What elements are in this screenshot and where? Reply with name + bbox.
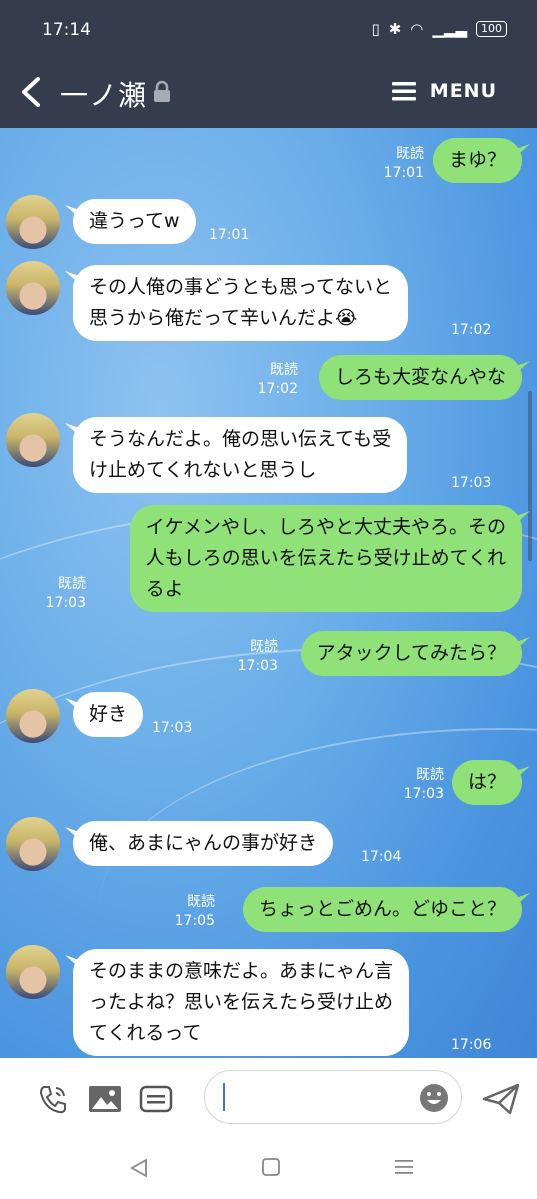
- message-bubble-incoming[interactable]: そうなんだよ。俺の思い伝えても受 け止めてくれないと思うし: [73, 417, 408, 493]
- message-time: 17:03: [451, 475, 492, 491]
- message-bubble-incoming[interactable]: 俺、あまにゃんの事が好き: [73, 821, 334, 866]
- vibrate-icon: ▯: [371, 20, 380, 38]
- read-receipt: 既読: [270, 362, 298, 378]
- message-bubble-incoming[interactable]: そのままの意味だよ。あまにゃん言 ったよね？思いを伝えたら受け止め てくれるって: [73, 949, 410, 1056]
- status-time: 17:14: [42, 20, 91, 40]
- emoji-icon[interactable]: [419, 1083, 449, 1113]
- chat-title: 一ノ瀬: [60, 79, 148, 112]
- scrollbar[interactable]: [528, 391, 532, 561]
- lock-icon: [154, 80, 170, 102]
- hamburger-icon: [391, 82, 416, 101]
- message-bubble-incoming[interactable]: 好き: [73, 692, 144, 737]
- image-icon[interactable]: [88, 1082, 122, 1116]
- battery-indicator: 100: [476, 21, 507, 37]
- message-meta: 既読 17:03: [404, 766, 444, 804]
- signal-icon: ▁▂▃: [432, 20, 467, 38]
- read-receipt: 既読: [187, 894, 215, 910]
- message-meta: 既読 17:01: [384, 145, 424, 183]
- status-icons: ▯ ✱ ◠ ▁▂▃ 100: [371, 20, 507, 38]
- menu-label: MENU: [429, 80, 497, 102]
- message-meta: 既読 17:03: [46, 575, 86, 613]
- message-meta: 既読 17:05: [175, 893, 215, 931]
- chat-area[interactable]: 既読 17:01 まゆ？ 違うってw 17:01 その人俺の事どうとも思ってない…: [0, 128, 537, 1058]
- read-receipt: 既読: [58, 576, 86, 592]
- phone-icon[interactable]: [36, 1082, 70, 1116]
- contact-avatar[interactable]: [6, 817, 60, 871]
- send-icon[interactable]: [482, 1082, 520, 1116]
- message-time: 17:05: [174, 913, 215, 929]
- message-bubble-incoming[interactable]: その人俺の事どうとも思ってないと 思うから俺だって辛いんだよ😭: [73, 265, 409, 341]
- message-bubble-outgoing[interactable]: アタックしてみたら？: [300, 631, 522, 676]
- chat-header: 一ノ瀬 MENU: [0, 56, 537, 128]
- contact-avatar[interactable]: [6, 689, 60, 743]
- wifi-icon: ◠: [410, 20, 424, 38]
- message-time: 17:03: [152, 720, 193, 736]
- message-time: 17:04: [361, 849, 402, 865]
- system-nav-bar: [0, 1139, 537, 1199]
- back-arrow-icon[interactable]: [18, 74, 48, 110]
- menu-button[interactable]: MENU: [391, 80, 497, 102]
- message-time: 17:02: [451, 322, 492, 338]
- read-receipt: 既読: [250, 639, 278, 655]
- message-toolbar: [0, 1058, 537, 1139]
- message-input[interactable]: [204, 1070, 462, 1124]
- read-receipt: 既読: [396, 146, 424, 162]
- sticker-list-icon[interactable]: [139, 1082, 173, 1116]
- back-triangle-icon[interactable]: [128, 1157, 150, 1179]
- message-bubble-outgoing[interactable]: しろも大変なんやな: [318, 355, 522, 400]
- contact-avatar[interactable]: [6, 195, 60, 249]
- message-time: 17:03: [45, 595, 86, 611]
- message-meta: 既読 17:02: [258, 361, 298, 399]
- message-time: 17:06: [451, 1037, 492, 1053]
- bluetooth-icon: ✱: [388, 20, 402, 38]
- read-receipt: 既読: [416, 767, 444, 783]
- message-time: 17:01: [383, 165, 424, 181]
- contact-avatar[interactable]: [6, 945, 60, 999]
- contact-avatar[interactable]: [6, 413, 60, 467]
- status-bar: 17:14 ▯ ✱ ◠ ▁▂▃ 100: [0, 0, 537, 56]
- message-time: 17:03: [403, 786, 444, 802]
- recents-menu-icon[interactable]: [394, 1157, 414, 1177]
- message-bubble-outgoing[interactable]: ちょっとごめん。どゆこと？: [242, 887, 522, 932]
- message-time: 17:03: [237, 658, 278, 674]
- message-bubble-outgoing[interactable]: イケメンやし、しろやと大丈夫やろ。その 人もしろの思いを伝えたら受け止めてくれ …: [129, 505, 522, 612]
- text-cursor: [223, 1083, 225, 1111]
- message-bubble-outgoing[interactable]: まゆ？: [432, 138, 522, 183]
- message-time: 17:02: [257, 381, 298, 397]
- message-meta: 既読 17:03: [238, 638, 278, 676]
- home-square-icon[interactable]: [261, 1157, 281, 1177]
- message-time: 17:01: [209, 227, 250, 243]
- contact-avatar[interactable]: [6, 261, 60, 315]
- message-bubble-outgoing[interactable]: は？: [451, 760, 522, 805]
- message-bubble-incoming[interactable]: 違うってw: [73, 199, 196, 244]
